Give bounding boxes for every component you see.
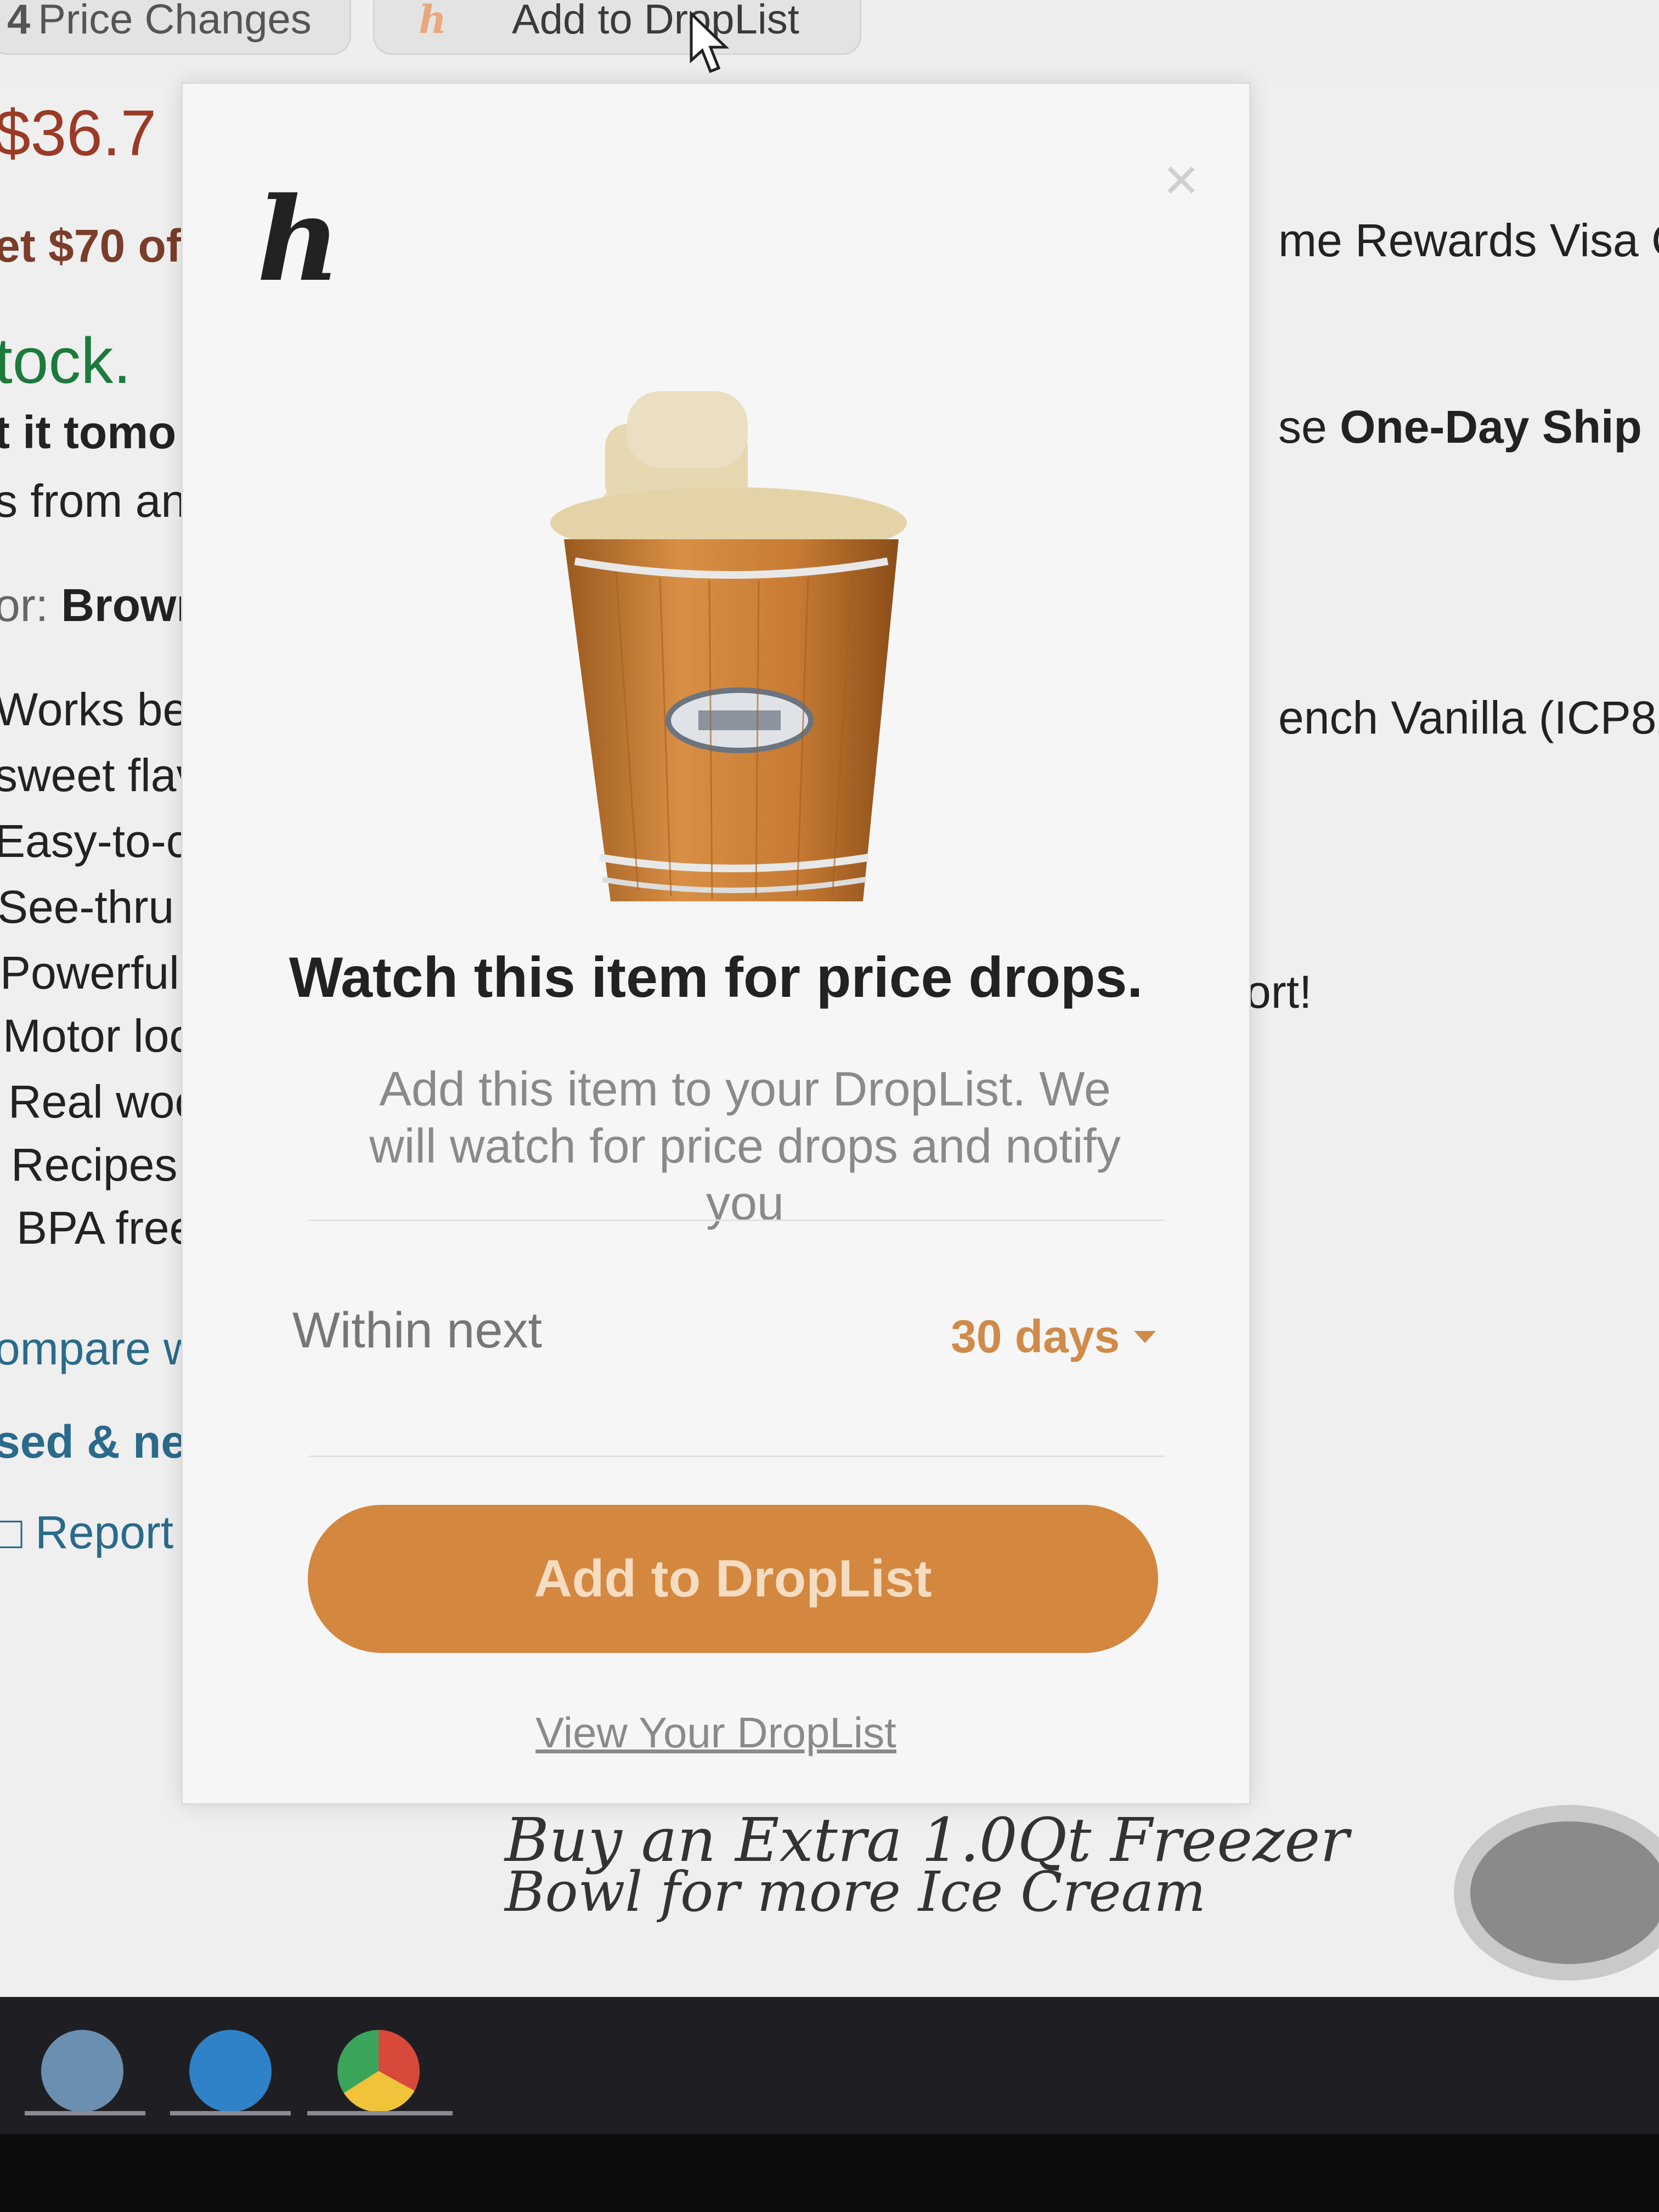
days-dropdown-value: 30 days	[951, 1311, 1120, 1362]
price-changes-label: Price Changes	[38, 0, 312, 43]
product-price: $36.7	[0, 97, 157, 170]
stock-status: tock.	[0, 325, 132, 397]
support-text: ort!	[1245, 966, 1312, 1018]
monitor-bezel	[0, 2134, 1659, 2212]
taskbar-indicator	[25, 2111, 145, 2115]
shipping-bold: One-Day Ship	[1340, 401, 1642, 453]
feature-bullet: See-thru li	[0, 881, 207, 933]
chevron-down-icon	[1134, 1330, 1156, 1343]
skype-icon[interactable]	[189, 2030, 272, 2112]
chrome-icon[interactable]	[337, 2030, 420, 2112]
close-icon[interactable]: ×	[1156, 150, 1206, 210]
flavor-text: ench Vanilla (ICP82	[1278, 692, 1659, 743]
taskbar-indicator	[170, 2111, 291, 2115]
feature-bullet: BPA free	[16, 1202, 195, 1254]
mouse-cursor-icon	[690, 11, 730, 74]
price-changes-count: 4	[7, 0, 31, 43]
days-dropdown[interactable]: 30 days	[951, 1310, 1156, 1363]
ships-from: s from an	[0, 475, 187, 527]
view-droplist-link[interactable]: View Your DropList	[183, 1708, 1249, 1758]
taskbar-indicator-active	[307, 2111, 453, 2115]
accessory-line-2: Bowl for more Ice Cream	[505, 1860, 1206, 1924]
divider	[309, 1220, 1165, 1221]
ice-cream-maker-image	[550, 391, 907, 901]
rewards-card-text: me Rewards Visa C	[1278, 215, 1659, 266]
honey-mini-icon: h	[419, 0, 447, 42]
delivery-info: t it tomo	[0, 407, 177, 458]
shipping-text: se One-Day Ship	[1278, 400, 1642, 454]
comment-icon: □	[0, 1506, 22, 1558]
accessory-image	[1454, 1805, 1659, 1980]
app-icon[interactable]	[41, 2030, 123, 2112]
divider	[309, 1455, 1165, 1457]
color-row: or: Brown	[0, 579, 205, 632]
color-label: or:	[0, 579, 61, 631]
shipping-prefix: se	[1278, 401, 1340, 453]
add-to-droplist-tab[interactable]: h Add to DropList	[373, 0, 861, 55]
card-offer: et $70 off	[0, 220, 197, 272]
extension-bar: 4 Price Changes h Add to DropList	[0, 0, 1659, 82]
add-to-droplist-button[interactable]: Add to DropList	[308, 1505, 1158, 1653]
honey-logo: h	[257, 172, 341, 307]
droplist-modal: h × Watch this item for price drops. Add…	[181, 82, 1251, 1805]
add-to-droplist-tab-label: Add to DropList	[512, 0, 799, 43]
modal-description: Add this item to your DropList. We will …	[369, 1062, 1121, 1230]
price-changes-tab[interactable]: 4 Price Changes	[0, 0, 351, 55]
modal-headline: Watch this item for price drops.	[289, 946, 1143, 1009]
within-next-label: Within next	[292, 1302, 543, 1358]
